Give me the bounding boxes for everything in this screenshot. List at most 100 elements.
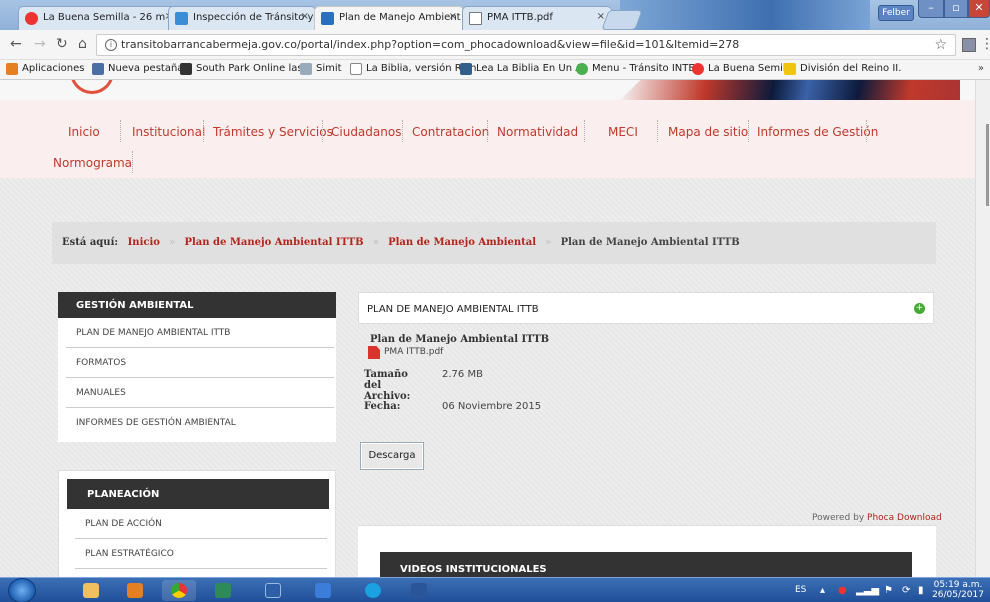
menu-ciudadanos[interactable]: Ciudadanos: [331, 125, 401, 139]
system-tray: ES ▴ ● ▂▃▅ ⚑ ⟳ ▮ 05:19 a.m. 26/05/2017: [780, 578, 990, 602]
menu-divider: [402, 120, 403, 142]
info-icon[interactable]: i: [105, 39, 117, 51]
site-banner: [0, 80, 975, 100]
sidebar-item-plan-estrategico[interactable]: PLAN ESTRATÉGICO: [75, 539, 327, 569]
sidebar-item-plan-manejo[interactable]: PLAN DE MANEJO AMBIENTAL ITTB: [66, 318, 334, 348]
start-button[interactable]: [8, 578, 36, 602]
taskbar-remote[interactable]: [256, 580, 290, 601]
menu-divider: [487, 120, 488, 142]
show-hidden-icons-icon[interactable]: ▴: [820, 585, 825, 596]
menu-divider: [322, 120, 323, 142]
battery-icon[interactable]: ▮: [918, 585, 924, 596]
minimize-button[interactable]: –: [918, 0, 944, 18]
back-arrow-icon[interactable]: ←: [10, 36, 22, 52]
apps-grid-icon: [6, 63, 18, 75]
bookmark-star-icon[interactable]: ☆: [934, 37, 947, 53]
close-window-button[interactable]: ✕: [968, 0, 990, 18]
sidebar-heading: PLANEACIÓN: [67, 479, 329, 509]
taskbar-clock[interactable]: 05:19 a.m. 26/05/2017: [930, 580, 986, 600]
tab-pma-pdf[interactable]: PMA ITTB.pdf ×: [462, 6, 612, 30]
menu-contratacion[interactable]: Contratacion: [412, 125, 489, 139]
bookmark-la-buena-semilla[interactable]: La Buena Semilla: [692, 63, 795, 75]
maximize-button[interactable]: ▫: [944, 0, 968, 18]
site-logo[interactable]: [70, 80, 114, 94]
file-name: PMA ITTB.pdf: [384, 347, 444, 357]
sidebar-item-formatos[interactable]: FORMATOS: [66, 348, 334, 378]
scrollbar-thumb[interactable]: [986, 124, 989, 206]
breadcrumb-separator: »: [545, 237, 552, 248]
breadcrumb-plan-manejo[interactable]: Plan de Manejo Ambiental: [388, 237, 536, 248]
youtube-icon: [692, 63, 704, 75]
download-button[interactable]: Descarga: [360, 442, 424, 470]
sidebar-item-informes[interactable]: INFORMES DE GESTIÓN AMBIENTAL: [66, 408, 334, 438]
menu-mapa-de-sitio[interactable]: Mapa de sitio: [668, 125, 748, 139]
menu-inicio[interactable]: Inicio: [68, 125, 100, 139]
menu-informes-de-gestion[interactable]: Informes de Gestión: [757, 125, 878, 139]
home-icon[interactable]: ⌂: [78, 36, 87, 52]
menu-divider: [120, 120, 121, 142]
sidebar-gestion-ambiental: GESTIÓN AMBIENTAL PLAN DE MANEJO AMBIENT…: [58, 292, 336, 442]
content-title: PLAN DE MANEJO AMBIENTAL ITTB: [367, 304, 539, 315]
bookmark-simit[interactable]: Simit: [300, 63, 342, 75]
forward-arrow-icon[interactable]: →: [34, 36, 46, 52]
more-bookmarks-icon[interactable]: »: [978, 63, 984, 74]
menu-meci[interactable]: MECI: [608, 125, 638, 139]
bookmark-nueva-pestana[interactable]: Nueva pestaña: [92, 63, 183, 75]
menu-normograma[interactable]: Normograma: [53, 156, 132, 170]
file-date-label: Fecha:: [364, 401, 401, 412]
site-favicon-icon: [321, 12, 334, 25]
sidebar-item-plan-de-accion[interactable]: PLAN DE ACCIÓN: [75, 509, 327, 539]
menu-institucional[interactable]: Institucional: [132, 125, 205, 139]
taskbar: ES ▴ ● ▂▃▅ ⚑ ⟳ ▮ 05:19 a.m. 26/05/2017: [0, 577, 990, 602]
expand-icon[interactable]: +: [914, 303, 925, 314]
menu-divider: [657, 120, 658, 142]
language-indicator[interactable]: ES: [795, 585, 806, 595]
bookmark-division-reino[interactable]: División del Reino II.: [784, 63, 901, 75]
tab-la-buena-semilla[interactable]: La Buena Semilla - 26 m ×: [18, 6, 180, 30]
bible-icon: [460, 63, 472, 75]
address-bar[interactable]: i transitobarrancabermeja.gov.co/portal/…: [96, 34, 956, 56]
taskbar-explorer[interactable]: [74, 580, 108, 601]
taskbar-skype[interactable]: [356, 580, 390, 601]
sync-icon[interactable]: ⟳: [902, 585, 910, 596]
bookmark-biblia[interactable]: La Biblia, versión Rein: [350, 63, 476, 75]
file-link[interactable]: PMA ITTB.pdf: [368, 346, 444, 359]
bookmark-menu-transito[interactable]: Menu - Tránsito INTE: [576, 63, 695, 75]
powered-by: Powered by Phoca Download: [812, 513, 942, 523]
web-page: Inicio Institucional Trámites y Servicio…: [0, 80, 975, 577]
reload-icon[interactable]: ↻: [56, 36, 68, 52]
taskbar-excel[interactable]: [206, 580, 240, 601]
breadcrumb-separator: »: [169, 237, 176, 248]
sidebar-heading: GESTIÓN AMBIENTAL: [58, 292, 336, 318]
signal-icon[interactable]: ▂▃▅: [856, 585, 879, 596]
tab-plan-de-manejo[interactable]: Plan de Manejo Ambient ×: [314, 6, 464, 30]
phoca-download-link[interactable]: Phoca Download: [867, 513, 942, 523]
menu-tramites[interactable]: Trámites y Servicios: [213, 125, 333, 139]
antivirus-icon[interactable]: ●: [838, 585, 847, 596]
taskbar-network[interactable]: [306, 580, 340, 601]
tab-inspeccion-transito[interactable]: Inspección de Tránsito y ×: [168, 6, 316, 30]
menu-divider: [132, 151, 133, 173]
breadcrumb: Está aquí: Inicio » Plan de Manejo Ambie…: [52, 222, 936, 264]
taskbar-chrome[interactable]: [162, 580, 196, 601]
browser-menu-icon[interactable]: ⋮: [980, 36, 990, 52]
close-tab-icon[interactable]: ×: [301, 11, 309, 22]
window-user-badge[interactable]: Felber: [878, 5, 914, 21]
taskbar-media[interactable]: [118, 580, 152, 601]
bookmark-aplicaciones[interactable]: Aplicaciones: [6, 63, 84, 75]
youtube-favicon-icon: [25, 12, 38, 25]
tab-label: Plan de Manejo Ambient: [339, 12, 461, 23]
clock-time: 05:19 a.m.: [933, 580, 983, 590]
network-flag-icon[interactable]: ⚑: [884, 585, 893, 596]
menu-divider: [748, 120, 749, 142]
menu-normatividad[interactable]: Normatividad: [497, 125, 578, 139]
sidebar-item-manuales[interactable]: MANUALES: [66, 378, 334, 408]
extension-icon[interactable]: [962, 38, 976, 52]
breadcrumb-inicio[interactable]: Inicio: [128, 237, 160, 248]
breadcrumb-plan-ittb[interactable]: Plan de Manejo Ambiental ITTB: [184, 237, 363, 248]
bookmark-lea-la-biblia[interactable]: Lea La Biblia En Un A: [460, 63, 582, 75]
main-menu: Inicio Institucional Trámites y Servicio…: [0, 100, 975, 178]
taskbar-word[interactable]: [402, 580, 436, 601]
bookmark-south-park[interactable]: South Park Online las: [180, 63, 303, 75]
close-tab-icon[interactable]: ×: [449, 11, 457, 22]
